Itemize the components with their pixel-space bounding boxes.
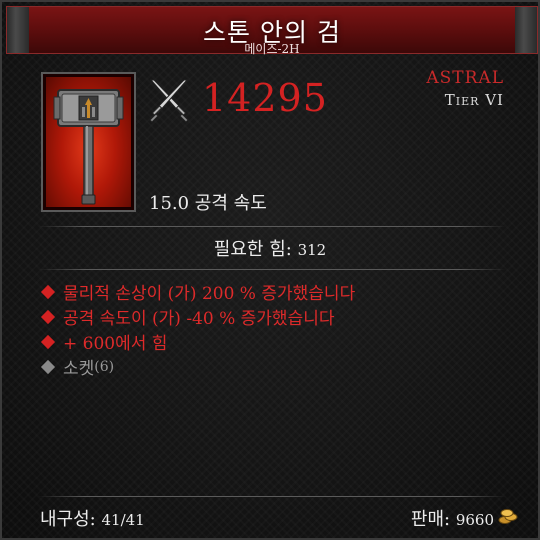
socket-count: (6) — [94, 358, 115, 375]
damage-value: 14295 — [202, 76, 328, 120]
crossed-swords-icon — [149, 79, 189, 123]
attack-speed: 15.0 공격 속도 — [149, 193, 267, 214]
requirement-value: 312 — [297, 241, 327, 259]
strength-requirement: 필요한 힘: 312 — [2, 235, 538, 261]
item-type: 메이즈-2H — [244, 42, 300, 56]
item-image-frame — [41, 72, 136, 212]
durability-value: 41/41 — [101, 511, 145, 529]
gray-diamond-icon — [40, 359, 56, 374]
hammer-icon — [53, 89, 124, 205]
sell-label: 판매: — [410, 509, 451, 530]
red-diamond-icon — [40, 309, 56, 324]
affix-list: 물리적 손상이 (가) 200 % 증가했습니다 공격 속도이 (가) -40 … — [40, 279, 355, 379]
divider-middle — [38, 269, 506, 270]
divider-top — [38, 226, 506, 227]
tooltip-header: 스톤 안의 검 메이즈-2H — [6, 6, 538, 56]
red-diamond-icon — [40, 334, 56, 349]
gold-coins-icon — [498, 509, 518, 524]
tier-label: Tier VI — [444, 91, 504, 109]
sell-value: 9660 — [455, 511, 494, 529]
affix-text: 공격 속도이 (가) -40 % 증가했습니다 — [63, 309, 335, 329]
divider-bottom — [38, 496, 506, 497]
rarity-label: ASTRAL — [426, 68, 504, 88]
affix-text: 물리적 손상이 (가) 200 % 증가했습니다 — [63, 284, 356, 304]
sell-price: 판매: 9660 — [411, 505, 494, 531]
red-diamond-icon — [40, 284, 56, 299]
durability: 내구성: 41/41 — [40, 505, 145, 531]
socket-label: 소켓 — [63, 359, 95, 379]
affix-item: + 600에서 힘 — [40, 329, 355, 354]
durability-label: 내구성: — [40, 509, 96, 530]
affix-item: 물리적 손상이 (가) 200 % 증가했습니다 — [40, 279, 355, 304]
affix-text: + 600에서 힘 — [63, 334, 168, 354]
socket-item: 소켓 (6) — [40, 354, 355, 379]
requirement-label: 필요한 힘: — [213, 239, 292, 260]
affix-item: 공격 속도이 (가) -40 % 증가했습니다 — [40, 304, 355, 329]
item-tooltip: 스톤 안의 검 메이즈-2H 14295 ASTRAL Tier VI 15.0… — [0, 0, 540, 540]
